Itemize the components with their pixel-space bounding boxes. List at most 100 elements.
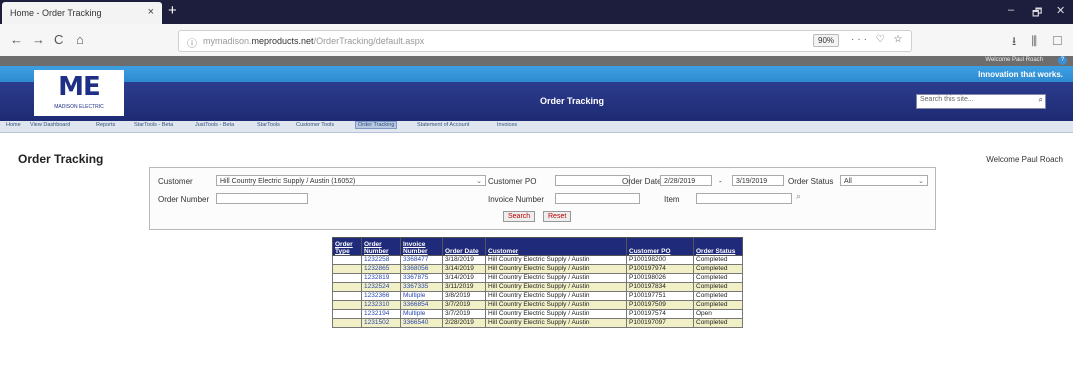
invoice-number-link[interactable]: 3367875 (400, 273, 443, 283)
col-order-type[interactable]: Order Type (332, 237, 362, 256)
order-date-cell: 3/7/2019 (442, 300, 486, 310)
company-logo[interactable]: ME MADISON ELECTRIC (34, 70, 124, 116)
toolbar-icons[interactable]: ⭳ ⫼ ▢ (1012, 32, 1069, 53)
order-status-select[interactable]: All ⌄ (840, 175, 928, 186)
menu-item-customer-tools[interactable]: Customer Tools (296, 122, 334, 128)
order-number-link[interactable]: 1232258 (361, 255, 401, 265)
site-banner (0, 82, 1073, 121)
col-customer[interactable]: Customer (485, 237, 627, 256)
order-number-link[interactable]: 1232524 (361, 282, 401, 292)
table-row: 1232366 Multiple 3/8/2019 Hill Country Elec… (332, 291, 743, 301)
order-number-link[interactable]: 1232194 (361, 309, 401, 319)
order-number-link[interactable]: 1232819 (361, 273, 401, 283)
invoice-number-link[interactable]: Multiple (400, 309, 443, 319)
col-order-number[interactable]: Order Number (361, 237, 401, 256)
chevron-down-icon: ⌄ (476, 178, 482, 185)
page-actions-icons[interactable]: ··· ♡ ☆ (851, 34, 905, 45)
order-status-cell: Completed (693, 318, 743, 328)
item-input[interactable] (696, 193, 792, 204)
chevron-down-icon: ⌄ (918, 178, 924, 185)
col-order-status[interactable]: Order Status (693, 237, 743, 256)
item-label: Item (664, 195, 680, 204)
welcome-text: Welcome Paul Roach (986, 155, 1063, 164)
minimize-icon[interactable]: – (1008, 4, 1014, 16)
menu-item-invoices[interactable]: Invoices (497, 122, 517, 128)
banner-title: Order Tracking (540, 96, 605, 106)
url-text: mymadison.meproducts.net/OrderTracking/d… (203, 36, 424, 46)
table-row: 1232524 3367335 3/11/2019 Hill Country Elec… (332, 282, 743, 292)
customer-po-label: Customer PO (488, 177, 537, 186)
menu-item-justtools-beta[interactable]: JustTools - Beta (195, 122, 234, 128)
logo-subtext: MADISON ELECTRIC (54, 104, 104, 110)
order-type-cell (332, 300, 362, 310)
order-type-cell (332, 309, 362, 319)
site-accent-strip (0, 66, 1073, 82)
item-lookup-icon[interactable]: ⌕ (796, 191, 801, 202)
invoice-number-link[interactable]: Multiple (400, 291, 443, 301)
table-header-row: Order Type Order Number Invoice Number O… (332, 237, 743, 256)
forward-icon[interactable]: → (32, 32, 45, 47)
site-top-strip (0, 56, 1073, 66)
invoice-number-input[interactable] (555, 193, 640, 204)
url-domain: meproducts.net (251, 36, 314, 46)
search-icon[interactable]: ⌕ (1039, 95, 1043, 105)
menu-item-startools[interactable]: StarTools (257, 122, 280, 128)
order-status-cell: Completed (693, 282, 743, 292)
new-tab-icon[interactable]: + (168, 2, 177, 19)
order-date-to-input[interactable]: 3/19/2019 (732, 175, 784, 186)
site-tagline: Innovation that works. (978, 70, 1063, 79)
address-bar[interactable]: ⓘ mymadison.meproducts.net/OrderTracking… (178, 30, 912, 52)
reload-icon[interactable]: C (54, 32, 63, 47)
site-info-icon[interactable]: ⓘ (187, 35, 197, 50)
order-number-link[interactable]: 1232366 (361, 291, 401, 301)
search-button[interactable]: Search (503, 211, 536, 222)
customer-cell: Hill Country Electric Supply / Austin (485, 282, 627, 292)
filter-panel: Customer Hill Country Electric Supply / … (149, 167, 936, 230)
help-icon[interactable]: ? (1058, 56, 1067, 65)
order-date-cell: 2/28/2019 (442, 318, 486, 328)
order-type-cell (332, 282, 362, 292)
invoice-number-link[interactable]: 3366540 (400, 318, 443, 328)
back-icon[interactable]: ← (10, 32, 23, 47)
menu-item-statement-of-account[interactable]: Statement of Account (417, 122, 469, 128)
customer-po-cell: P100198026 (626, 273, 694, 283)
order-date-cell: 3/8/2019 (442, 291, 486, 301)
order-status-value: All (844, 178, 852, 185)
customer-select[interactable]: Hill Country Electric Supply / Austin (1… (216, 175, 486, 186)
reset-button[interactable]: Reset (543, 211, 572, 222)
order-number-label: Order Number (158, 195, 210, 204)
col-invoice-number[interactable]: Invoice Number (400, 237, 443, 256)
customer-po-cell: P100197574 (626, 309, 694, 319)
menu-item-reports[interactable]: Reports (96, 122, 115, 128)
menu-item-startools-beta[interactable]: StarTools - Beta (134, 122, 173, 128)
invoice-number-link[interactable]: 3366854 (400, 300, 443, 310)
close-tab-icon[interactable]: × (148, 6, 154, 18)
invoice-number-link[interactable]: 3368477 (400, 255, 443, 265)
col-order-date[interactable]: Order Date (442, 237, 486, 256)
menu-item-order-tracking[interactable]: Order Tracking (355, 121, 398, 129)
customer-cell: Hill Country Electric Supply / Austin (485, 300, 627, 310)
restore-icon[interactable]: 🗗 (1032, 4, 1042, 23)
menu-item-view-dashboard[interactable]: View Dashboard (30, 122, 70, 128)
page-title: Order Tracking (18, 152, 104, 166)
order-date-from-input[interactable]: 2/28/2019 (660, 175, 712, 186)
invoice-number-link[interactable]: 3367335 (400, 282, 443, 292)
menu-item-home[interactable]: Home (6, 122, 21, 128)
order-status-cell: Open (693, 309, 743, 319)
customer-po-input[interactable] (555, 175, 630, 186)
customer-select-value: Hill Country Electric Supply / Austin (1… (220, 178, 356, 185)
browser-tab[interactable]: Home - Order Tracking × (2, 2, 162, 24)
customer-po-cell: P100197834 (626, 282, 694, 292)
site-search-input[interactable]: Search this site... ⌕ (916, 94, 1046, 109)
order-number-link[interactable]: 1232865 (361, 264, 401, 274)
home-icon[interactable]: ⌂ (76, 32, 84, 47)
order-number-link[interactable]: 1232310 (361, 300, 401, 310)
order-number-input[interactable] (216, 193, 308, 204)
order-number-link[interactable]: 1231502 (361, 318, 401, 328)
col-customer-po[interactable]: Customer PO (626, 237, 694, 256)
zoom-indicator[interactable]: 90% (813, 34, 840, 47)
close-window-icon[interactable]: ✕ (1056, 4, 1065, 17)
invoice-number-link[interactable]: 3368056 (400, 264, 443, 274)
order-status-cell: Completed (693, 264, 743, 274)
order-type-cell (332, 264, 362, 274)
